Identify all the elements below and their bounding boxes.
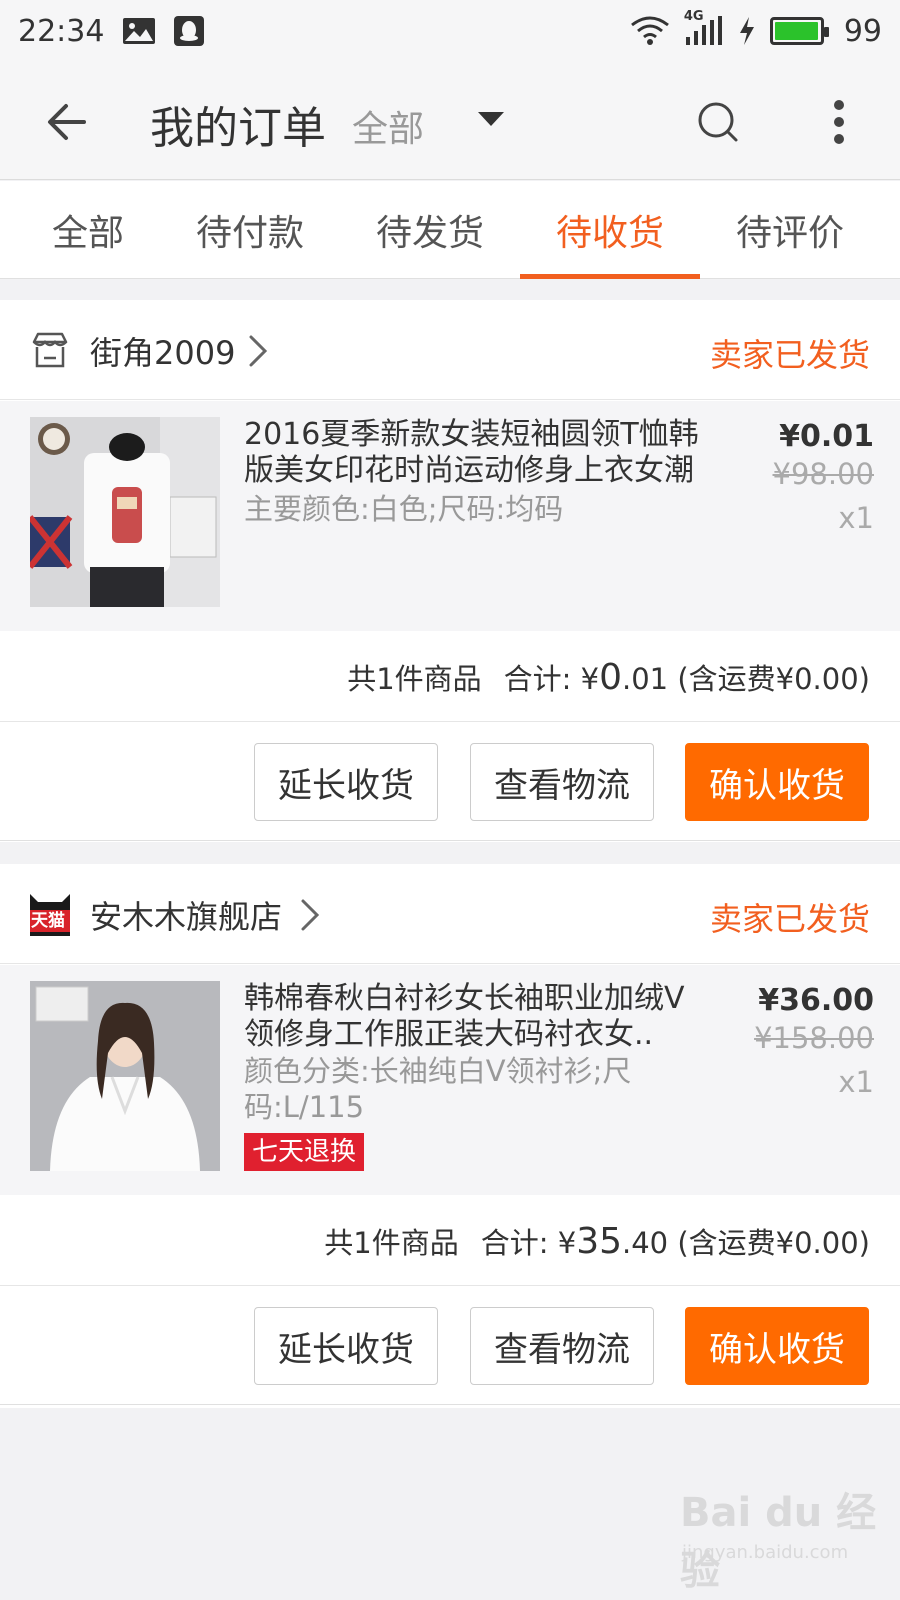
confirm-receipt-button[interactable]: 确认收货: [685, 1307, 869, 1385]
order-item[interactable]: 2016夏季新款女装短袖圆领T恤韩版美女印花时尚运动修身上衣女潮 主要颜色:白色…: [0, 401, 900, 631]
order-actions: 延长收货 查看物流 确认收货: [0, 723, 900, 841]
tmall-icon: 天猫: [28, 890, 72, 938]
baidu-jingyan-watermark: Bai du 经验 jingyan.baidu.com: [680, 1480, 880, 1594]
back-arrow-icon[interactable]: [40, 94, 96, 150]
original-price: ¥98.00: [772, 457, 874, 491]
order-card: 天猫 安木木旗舰店 卖家已发货 韩棉春秋白衬衫女长袖职业加绒V领修身工作服正装大…: [0, 864, 900, 1408]
order-status: 卖家已发货: [709, 900, 870, 938]
seven-day-return-badge: 七天退换: [244, 1133, 365, 1171]
order-item[interactable]: 韩棉春秋白衬衫女长袖职业加绒V领修身工作服正装大码衬衣女.. 颜色分类:长袖纯白…: [0, 965, 900, 1195]
battery-icon: [769, 17, 829, 45]
extend-receipt-button[interactable]: 延长收货: [254, 743, 438, 821]
watermark-brand: Bai du 经验: [680, 1490, 877, 1594]
gallery-icon: [122, 17, 156, 45]
order-summary: 共1件商品 合计: ¥35.40 (含运费¥0.00): [0, 1196, 900, 1286]
shop-header[interactable]: 天猫 安木木旗舰店 卖家已发货: [0, 864, 900, 964]
network-type: 4G: [683, 9, 704, 24]
qq-icon: [174, 16, 205, 46]
status-time: 22:34: [18, 13, 105, 49]
tmall-label: 天猫: [31, 911, 65, 931]
shipping-fee: (含运费¥0.00): [677, 1225, 870, 1260]
product-title[interactable]: 韩棉春秋白衬衫女长袖职业加绒V领修身工作服正装大码衬衣女..: [244, 981, 704, 1053]
nav-bar: 我的订单 全部: [0, 62, 900, 180]
product-title[interactable]: 2016夏季新款女装短袖圆领T恤韩版美女印花时尚运动修身上衣女潮: [244, 417, 704, 489]
tab-pending-shipment[interactable]: 待发货: [340, 181, 520, 279]
search-icon[interactable]: [694, 98, 744, 148]
confirm-receipt-button[interactable]: 确认收货: [685, 743, 869, 821]
page-title: 我的订单: [150, 103, 326, 154]
product-attributes: 颜色分类:长袖纯白V领衬衫;尺码:L/115: [244, 1054, 632, 1124]
tab-pending-review[interactable]: 待评价: [700, 181, 880, 279]
order-total: 合计: ¥0.01 (含运费¥0.00): [504, 656, 870, 698]
tab-all[interactable]: 全部: [0, 181, 176, 279]
product-image[interactable]: [30, 981, 220, 1171]
shop-name[interactable]: 安木木旗舰店: [90, 892, 282, 938]
battery-level: 99: [843, 13, 882, 49]
chevron-right-icon[interactable]: [298, 898, 322, 932]
item-count: 共1件商品: [347, 661, 482, 696]
total-integer: 0: [599, 656, 622, 698]
original-price: ¥158.00: [754, 1021, 874, 1055]
charging-icon: [738, 16, 756, 46]
product-quantity: x1: [838, 1065, 874, 1099]
battery-fill: [774, 22, 819, 40]
extend-receipt-button[interactable]: 延长收货: [254, 1307, 438, 1385]
status-bar: 22:34 4G 99: [0, 0, 900, 62]
view-logistics-button[interactable]: 查看物流: [470, 1307, 654, 1385]
shop-header[interactable]: 街角2009 卖家已发货: [0, 300, 900, 400]
view-logistics-button[interactable]: 查看物流: [470, 743, 654, 821]
total-integer: 35: [576, 1220, 622, 1262]
product-attributes: 主要颜色:白色;尺码:均码: [244, 492, 564, 526]
watermark-url: jingyan.baidu.com: [682, 1542, 849, 1563]
order-summary: 共1件商品 合计: ¥0.01 (含运费¥0.00): [0, 632, 900, 722]
item-count: 共1件商品: [324, 1225, 459, 1260]
order-actions: 延长收货 查看物流 确认收货: [0, 1287, 900, 1405]
order-tabs: 全部 待付款 待发货 待收货 待评价: [0, 181, 900, 279]
active-tab-indicator: [520, 274, 700, 279]
caret-down-icon[interactable]: [478, 112, 504, 126]
total-label: 合计:: [480, 1225, 549, 1260]
total-decimal: .01: [622, 661, 669, 696]
order-card: 街角2009 卖家已发货 2016夏季新款女装短袖圆领T恤韩版美女印花时尚运动修…: [0, 300, 900, 842]
product-price: ¥36.00: [758, 983, 874, 1018]
signal-icon: 4G: [684, 9, 724, 47]
order-filter-selector[interactable]: 全部: [352, 100, 424, 152]
product-price: ¥0.01: [779, 419, 874, 454]
currency-symbol: ¥: [580, 661, 600, 696]
currency-symbol: ¥: [557, 1225, 577, 1260]
shipping-fee: (含运费¥0.00): [677, 661, 870, 696]
total-decimal: .40: [622, 1225, 669, 1260]
product-quantity: x1: [838, 501, 874, 535]
store-icon: [30, 330, 70, 370]
chevron-right-icon[interactable]: [246, 334, 270, 368]
tab-pending-receipt[interactable]: 待收货: [520, 181, 700, 279]
more-options-icon[interactable]: [824, 98, 854, 148]
total-label: 合计:: [503, 661, 572, 696]
order-status: 卖家已发货: [709, 336, 870, 374]
tab-pending-payment[interactable]: 待付款: [160, 181, 340, 279]
shop-name[interactable]: 街角2009: [90, 328, 235, 374]
product-image[interactable]: [30, 417, 220, 607]
wifi-icon: [630, 15, 670, 47]
order-total: 合计: ¥35.40 (含运费¥0.00): [481, 1220, 870, 1262]
